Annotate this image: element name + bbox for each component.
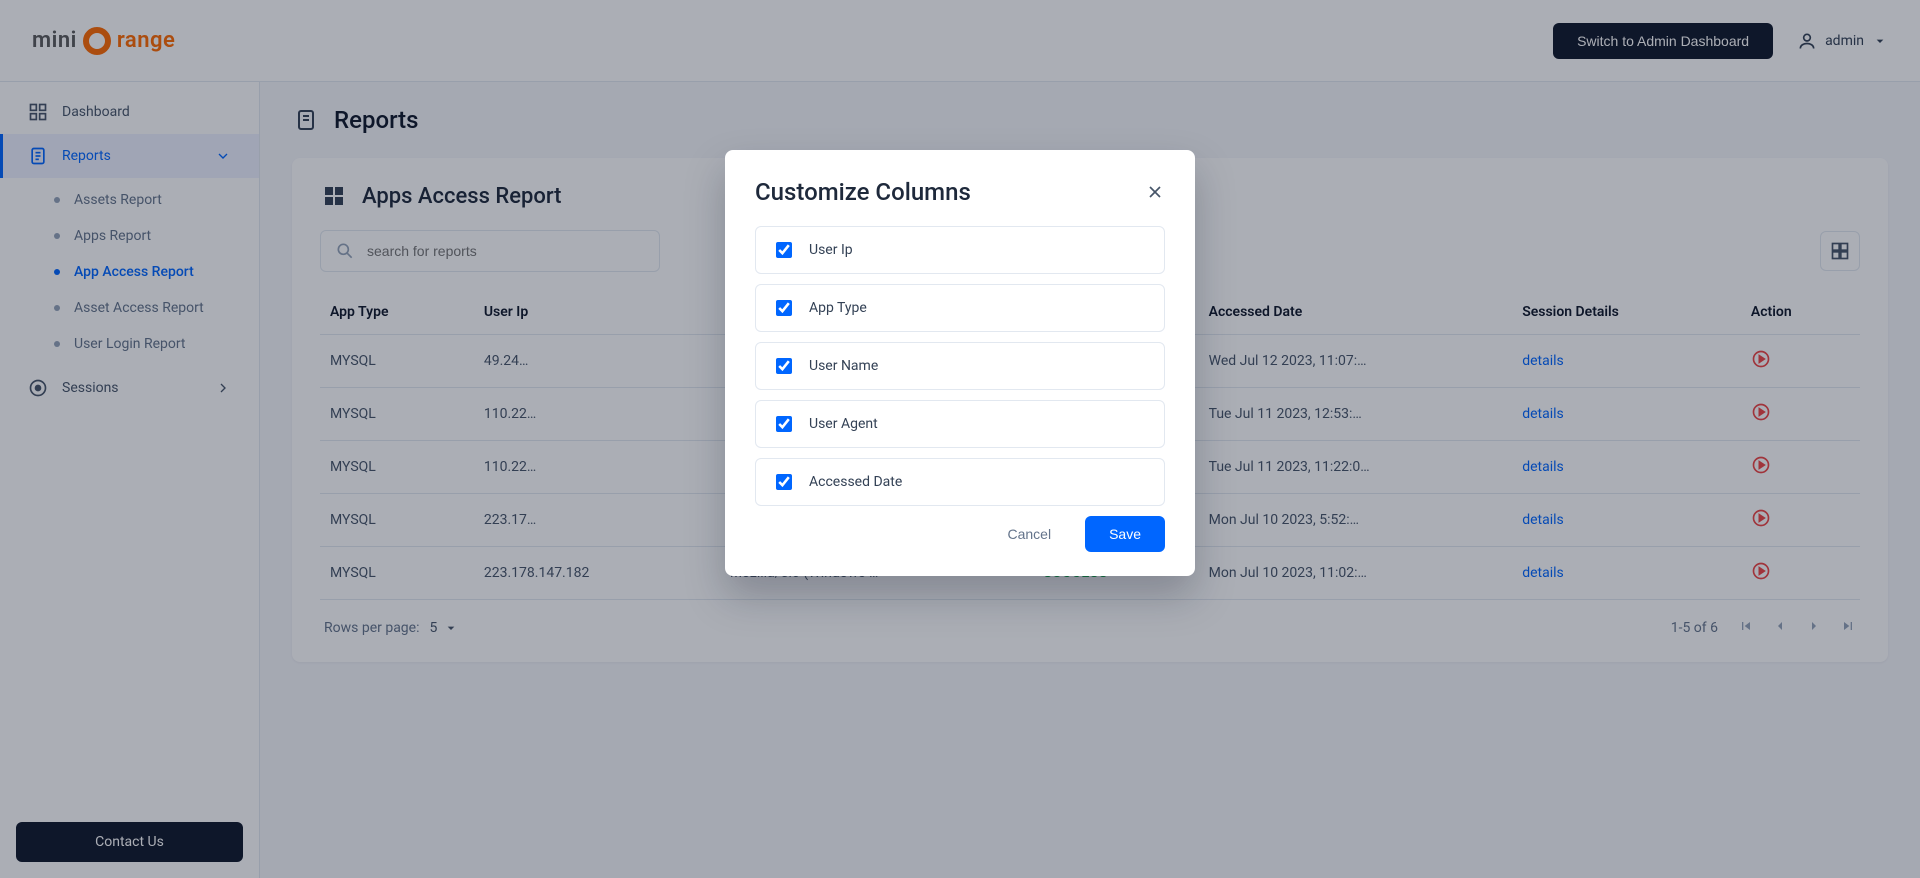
column-option-checkbox[interactable]	[776, 358, 792, 374]
column-option-checkbox[interactable]	[776, 416, 792, 432]
modal-options: User Ip App Type User Name User Agent Access…	[755, 226, 1165, 506]
column-option[interactable]: User Agent	[755, 400, 1165, 448]
close-icon	[1145, 182, 1165, 202]
column-option-label: User Ip	[809, 242, 853, 258]
modal-close-button[interactable]	[1145, 182, 1165, 202]
column-option-label: App Type	[809, 300, 867, 316]
modal-title: Customize Columns	[755, 178, 1145, 206]
modal-header: Customize Columns	[755, 178, 1165, 206]
column-option-checkbox[interactable]	[776, 474, 792, 490]
column-option-checkbox[interactable]	[776, 242, 792, 258]
column-option[interactable]: User Ip	[755, 226, 1165, 274]
column-option-label: User Name	[809, 358, 878, 374]
save-button[interactable]: Save	[1085, 516, 1165, 552]
column-option-label: Accessed Date	[809, 474, 902, 490]
column-option[interactable]: Accessed Date	[755, 458, 1165, 506]
column-option-checkbox[interactable]	[776, 300, 792, 316]
cancel-button[interactable]: Cancel	[989, 516, 1069, 552]
modal-footer: Cancel Save	[755, 516, 1165, 552]
modal-backdrop[interactable]: Customize Columns User Ip App Type User Na…	[0, 0, 1920, 878]
column-option[interactable]: User Name	[755, 342, 1165, 390]
column-option[interactable]: App Type	[755, 284, 1165, 332]
column-option-label: User Agent	[809, 416, 878, 432]
customize-columns-modal: Customize Columns User Ip App Type User Na…	[725, 150, 1195, 576]
